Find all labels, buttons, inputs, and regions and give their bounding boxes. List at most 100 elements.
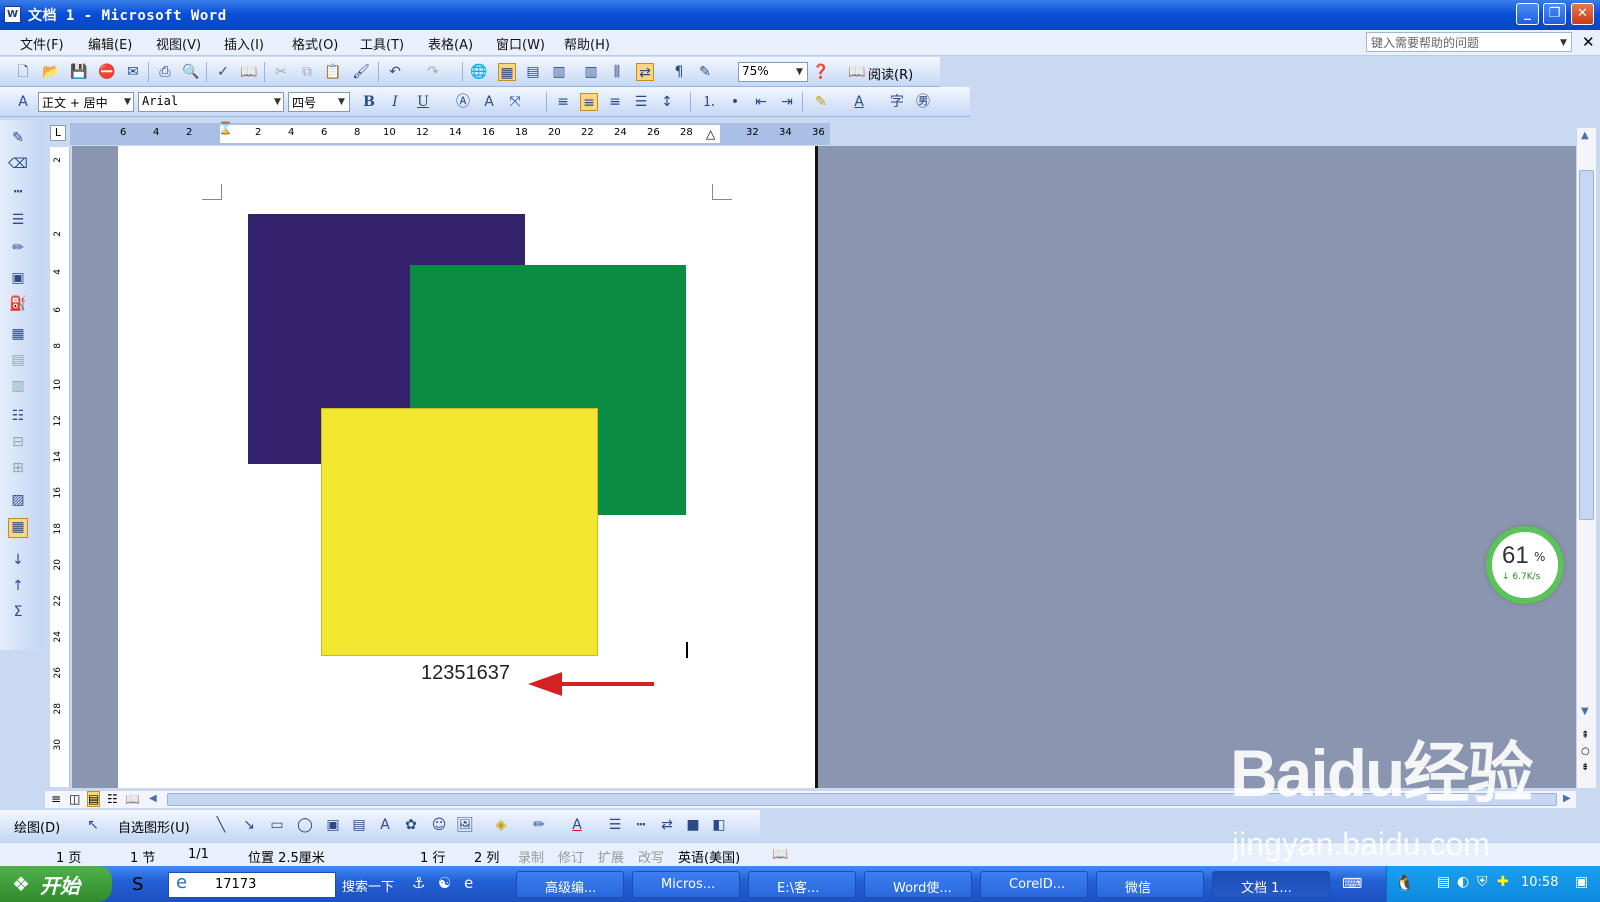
borders-icon[interactable]: ▣ (8, 270, 28, 290)
restore-button[interactable]: ❐ (1543, 3, 1566, 25)
autoformat-icon[interactable]: ▨ (8, 492, 28, 512)
increase-indent-icon[interactable]: ⇥ (778, 93, 796, 111)
menu-insert[interactable]: 插入(I) (224, 34, 264, 53)
qq-icon[interactable]: 🐧 (1395, 874, 1414, 892)
status-track[interactable]: 修订 (558, 847, 584, 866)
research-icon[interactable]: 📖 (240, 63, 258, 81)
oval-tool-icon[interactable]: ◯ (296, 816, 314, 834)
line-tool-icon[interactable]: ╲ (212, 816, 230, 834)
draw-menu[interactable]: 绘图(D) (14, 817, 60, 836)
read-icon[interactable]: 📖 (848, 63, 866, 81)
close-document-icon[interactable]: ✕ (1582, 33, 1595, 51)
undo-icon[interactable]: ↶ (386, 63, 404, 81)
bullets-icon[interactable]: • (726, 93, 744, 111)
document-page[interactable]: 12351637 (118, 146, 818, 788)
new-document-icon[interactable]: 🗋 (14, 63, 32, 81)
font-color-icon[interactable]: A (850, 93, 868, 111)
diagram-icon[interactable]: ✿ (402, 816, 420, 834)
task-button-1[interactable]: 高级编... (516, 871, 624, 898)
align-cells-icon[interactable]: ☷ (8, 408, 28, 428)
align-center-icon[interactable]: ≡ (580, 93, 598, 111)
phonetic-guide-icon[interactable]: 字 (888, 93, 906, 111)
italic-button[interactable]: I (386, 93, 404, 111)
web-view-icon[interactable]: ◫ (69, 792, 80, 806)
previous-page-icon[interactable]: ⇞ (1581, 730, 1589, 741)
minimize-button[interactable]: _ (1516, 3, 1539, 25)
3d-style-icon[interactable]: ◧ (710, 816, 728, 834)
start-button[interactable]: ❖ 开始 (0, 866, 112, 902)
task-button-3[interactable]: E:\客... (748, 871, 856, 898)
vertical-scrollbar[interactable]: ▲ ▼ ⇞ ○ ⇟ (1576, 128, 1596, 788)
scroll-thumb[interactable] (1579, 170, 1594, 520)
sort-descending-icon[interactable]: ↑ (8, 578, 28, 598)
copy-icon[interactable]: ⧉ (298, 63, 316, 81)
line-style-icon[interactable]: ┅ (8, 184, 28, 204)
arrow-style-icon[interactable]: ⇄ (658, 816, 676, 834)
shading-icon[interactable]: ⛽ (8, 296, 28, 316)
border-color-icon[interactable]: ✏ (8, 240, 28, 260)
spelling-status-icon[interactable]: 📖 (772, 847, 788, 862)
arrow-tool-icon[interactable]: ↘ (240, 816, 258, 834)
quicklaunch-ie-icon[interactable]: e (464, 874, 473, 892)
menu-tools[interactable]: 工具(T) (360, 34, 404, 53)
clock[interactable]: 10:58 (1521, 875, 1558, 890)
size-dropdown-icon[interactable]: ▼ (338, 97, 345, 107)
insert-table-side-icon[interactable]: ▦ (8, 326, 28, 346)
highlight-icon[interactable]: ✎ (812, 93, 830, 111)
menu-edit[interactable]: 编辑(E) (88, 34, 132, 53)
ink-icon[interactable]: ✎ (696, 63, 714, 81)
show-hide-icon[interactable]: ¶ (670, 63, 688, 81)
distribute-cols-icon[interactable]: ⊞ (8, 460, 28, 480)
draw-font-color-icon[interactable]: A (568, 816, 586, 834)
keyboard-icon[interactable]: ⌨ (1342, 876, 1362, 892)
right-indent-marker[interactable]: △ (706, 127, 715, 141)
permission-icon[interactable]: ⛔ (98, 63, 116, 81)
scroll-right-icon[interactable]: ▶ (1563, 793, 1571, 804)
draw-table-icon[interactable]: ✎ (8, 130, 28, 150)
print-view-icon[interactable]: ▤ (87, 791, 101, 807)
task-button-7[interactable]: 文档 1... (1212, 871, 1330, 898)
scroll-up-icon[interactable]: ▲ (1581, 130, 1589, 141)
task-button-6[interactable]: 微信 (1096, 871, 1204, 898)
tray-icon-3[interactable]: ✚ (1497, 874, 1509, 890)
menu-help[interactable]: 帮助(H) (564, 34, 610, 53)
draw-line-style-icon[interactable]: ☰ (606, 816, 624, 834)
line-weight-icon[interactable]: ☰ (8, 212, 28, 232)
autoshapes-menu[interactable]: 自选图形(U) (118, 817, 190, 836)
hyperlink-icon[interactable]: 🌐 (470, 63, 488, 81)
redo-icon[interactable]: ↷ (424, 63, 442, 81)
insert-excel-icon[interactable]: ▥ (550, 63, 568, 81)
sogou-icon[interactable]: S (132, 874, 143, 895)
char-scale-icon[interactable]: ⤧ (506, 93, 524, 111)
save-icon[interactable]: 💾 (70, 63, 88, 81)
tray-icon-1[interactable]: ▤ (1437, 874, 1450, 890)
distributed-icon[interactable]: ☰ (632, 93, 650, 111)
gridlines-icon[interactable]: ▦ (8, 518, 28, 538)
picture-icon[interactable]: 🖼 (456, 816, 474, 834)
horizontal-ruler[interactable]: 6 4 2 2 4 6 8 10 12 14 16 18 20 22 24 26… (70, 121, 830, 145)
word-app-icon[interactable]: W (4, 6, 21, 23)
format-painter-icon[interactable]: 🖌 (352, 63, 370, 81)
reading-view-icon[interactable]: 📖 (125, 792, 140, 806)
status-language[interactable]: 英语(美国) (678, 847, 740, 866)
styles-pane-icon[interactable]: A (14, 93, 32, 111)
wordart-icon[interactable]: A (376, 816, 394, 834)
menu-file[interactable]: 文件(F) (20, 34, 64, 53)
merge-cells-icon[interactable]: ▤ (8, 352, 28, 372)
insert-table-icon[interactable]: ▤ (524, 63, 542, 81)
menu-format[interactable]: 格式(O) (292, 34, 338, 53)
task-button-2[interactable]: Micros... (632, 871, 740, 898)
scroll-down-icon[interactable]: ▼ (1581, 706, 1589, 717)
sort-ascending-icon[interactable]: ↓ (8, 552, 28, 572)
shadow-style-icon[interactable]: ■ (684, 816, 702, 834)
align-justify-icon[interactable]: ≡ (554, 93, 572, 111)
select-objects-icon[interactable]: ↖ (84, 816, 102, 834)
line-color-icon[interactable]: ✏ (530, 816, 548, 834)
columns-icon[interactable]: ▥ (582, 63, 600, 81)
textbox-icon[interactable]: ▣ (324, 816, 342, 834)
line-spacing-icon[interactable]: ↕ (658, 93, 676, 111)
quicklaunch-icon-2[interactable]: ☯ (438, 874, 451, 892)
tab-selector[interactable]: L (50, 125, 66, 141)
status-rec[interactable]: 录制 (518, 847, 544, 866)
autosum-icon[interactable]: Σ (8, 604, 28, 624)
